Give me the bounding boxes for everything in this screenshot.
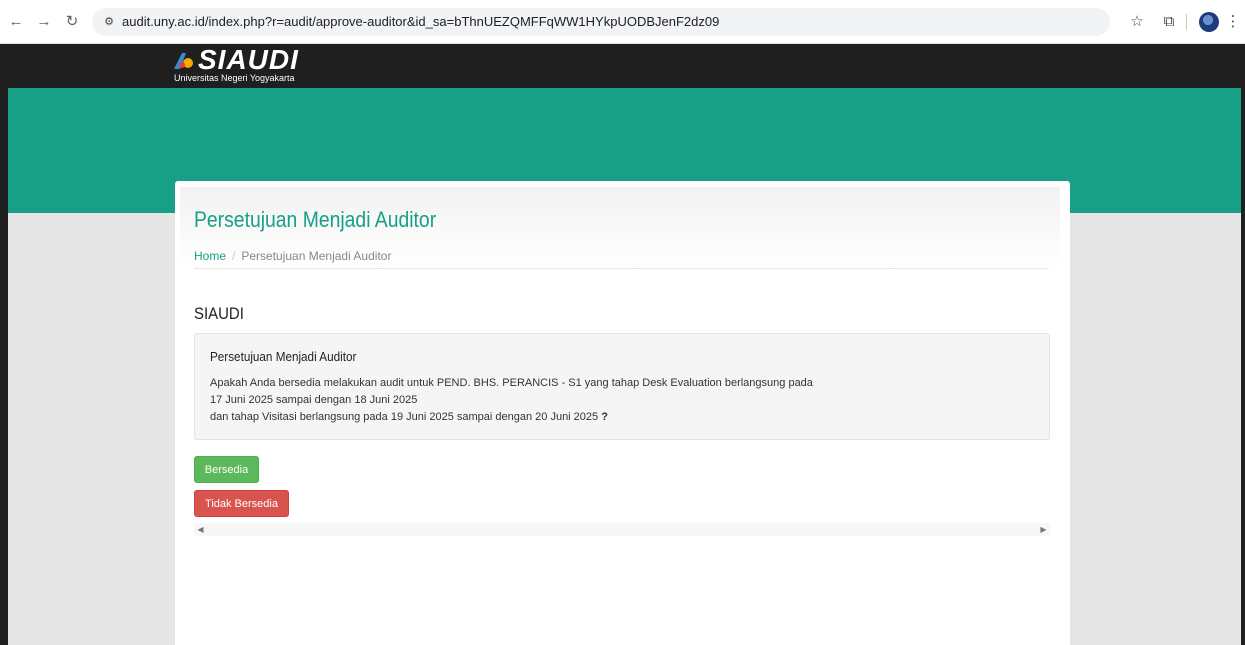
logo-subtitle: Universitas Negeri Yogyakarta [174, 73, 295, 83]
section-title: SIAUDI [194, 304, 244, 323]
horizontal-scrollbar[interactable]: ◀ ▶ [194, 523, 1050, 536]
toolbar-separator [1186, 14, 1187, 30]
logo-mark-icon [174, 53, 193, 69]
approval-message-line-3-text: dan tahap Visitasi berlangsung pada 19 J… [210, 411, 599, 423]
browser-menu-icon[interactable]: ⋮ [1224, 11, 1242, 33]
site-topbar: SIAUDI Universitas Negeri Yogyakarta [0, 44, 1245, 88]
scroll-left-arrow-icon[interactable]: ◀ [194, 523, 207, 536]
tidak-bersedia-button[interactable]: Tidak Bersedia [194, 490, 289, 517]
breadcrumb: Home / Persetujuan Menjadi Auditor [194, 249, 391, 263]
approval-message-box: Persetujuan Menjadi Auditor Apakah Anda … [194, 333, 1050, 440]
approval-message-line-1: Apakah Anda bersedia melakukan audit unt… [210, 377, 813, 389]
scroll-right-arrow-icon[interactable]: ▶ [1037, 523, 1050, 536]
approval-message-line-2: 17 Juni 2025 sampai dengan 18 Juni 2025 [210, 394, 418, 406]
reload-icon[interactable]: ↻ [62, 12, 82, 32]
approval-question-mark: ? [601, 411, 608, 423]
breadcrumb-separator: / [232, 249, 236, 263]
approval-message-title: Persetujuan Menjadi Auditor [210, 349, 357, 364]
bersedia-button[interactable]: Bersedia [194, 456, 259, 483]
profile-avatar[interactable] [1199, 12, 1219, 32]
content-card: Persetujuan Menjadi Auditor Home / Persetu… [175, 181, 1070, 645]
bookmark-star-icon[interactable]: ☆ [1126, 11, 1148, 33]
approval-message-line-3: dan tahap Visitasi berlangsung pada 19 J… [210, 411, 608, 423]
site-info-icon[interactable]: ⚙ [100, 13, 118, 31]
extensions-icon[interactable]: ⧉ [1158, 11, 1180, 33]
logo-text: SIAUDI [198, 44, 299, 75]
browser-toolbar: ← → ↻ ⚙ audit.uny.ac.id/index.php?r=audi… [0, 0, 1245, 44]
page-header: Persetujuan Menjadi Auditor Home / Persetu… [180, 187, 1060, 269]
back-arrow-icon[interactable]: ← [6, 12, 26, 32]
breadcrumb-current: Persetujuan Menjadi Auditor [241, 249, 392, 263]
forward-arrow-icon[interactable]: → [34, 12, 54, 32]
window-right-border [1241, 44, 1245, 645]
address-bar[interactable]: ⚙ audit.uny.ac.id/index.php?r=audit/appr… [92, 8, 1110, 36]
siaudi-logo[interactable]: SIAUDI Universitas Negeri Yogyakarta [172, 45, 312, 87]
url-text[interactable]: audit.uny.ac.id/index.php?r=audit/approv… [122, 8, 719, 36]
page-title: Persetujuan Menjadi Auditor [194, 207, 437, 232]
window-left-border [0, 44, 8, 645]
breadcrumb-home-link[interactable]: Home [194, 249, 226, 263]
header-divider [194, 268, 1049, 269]
